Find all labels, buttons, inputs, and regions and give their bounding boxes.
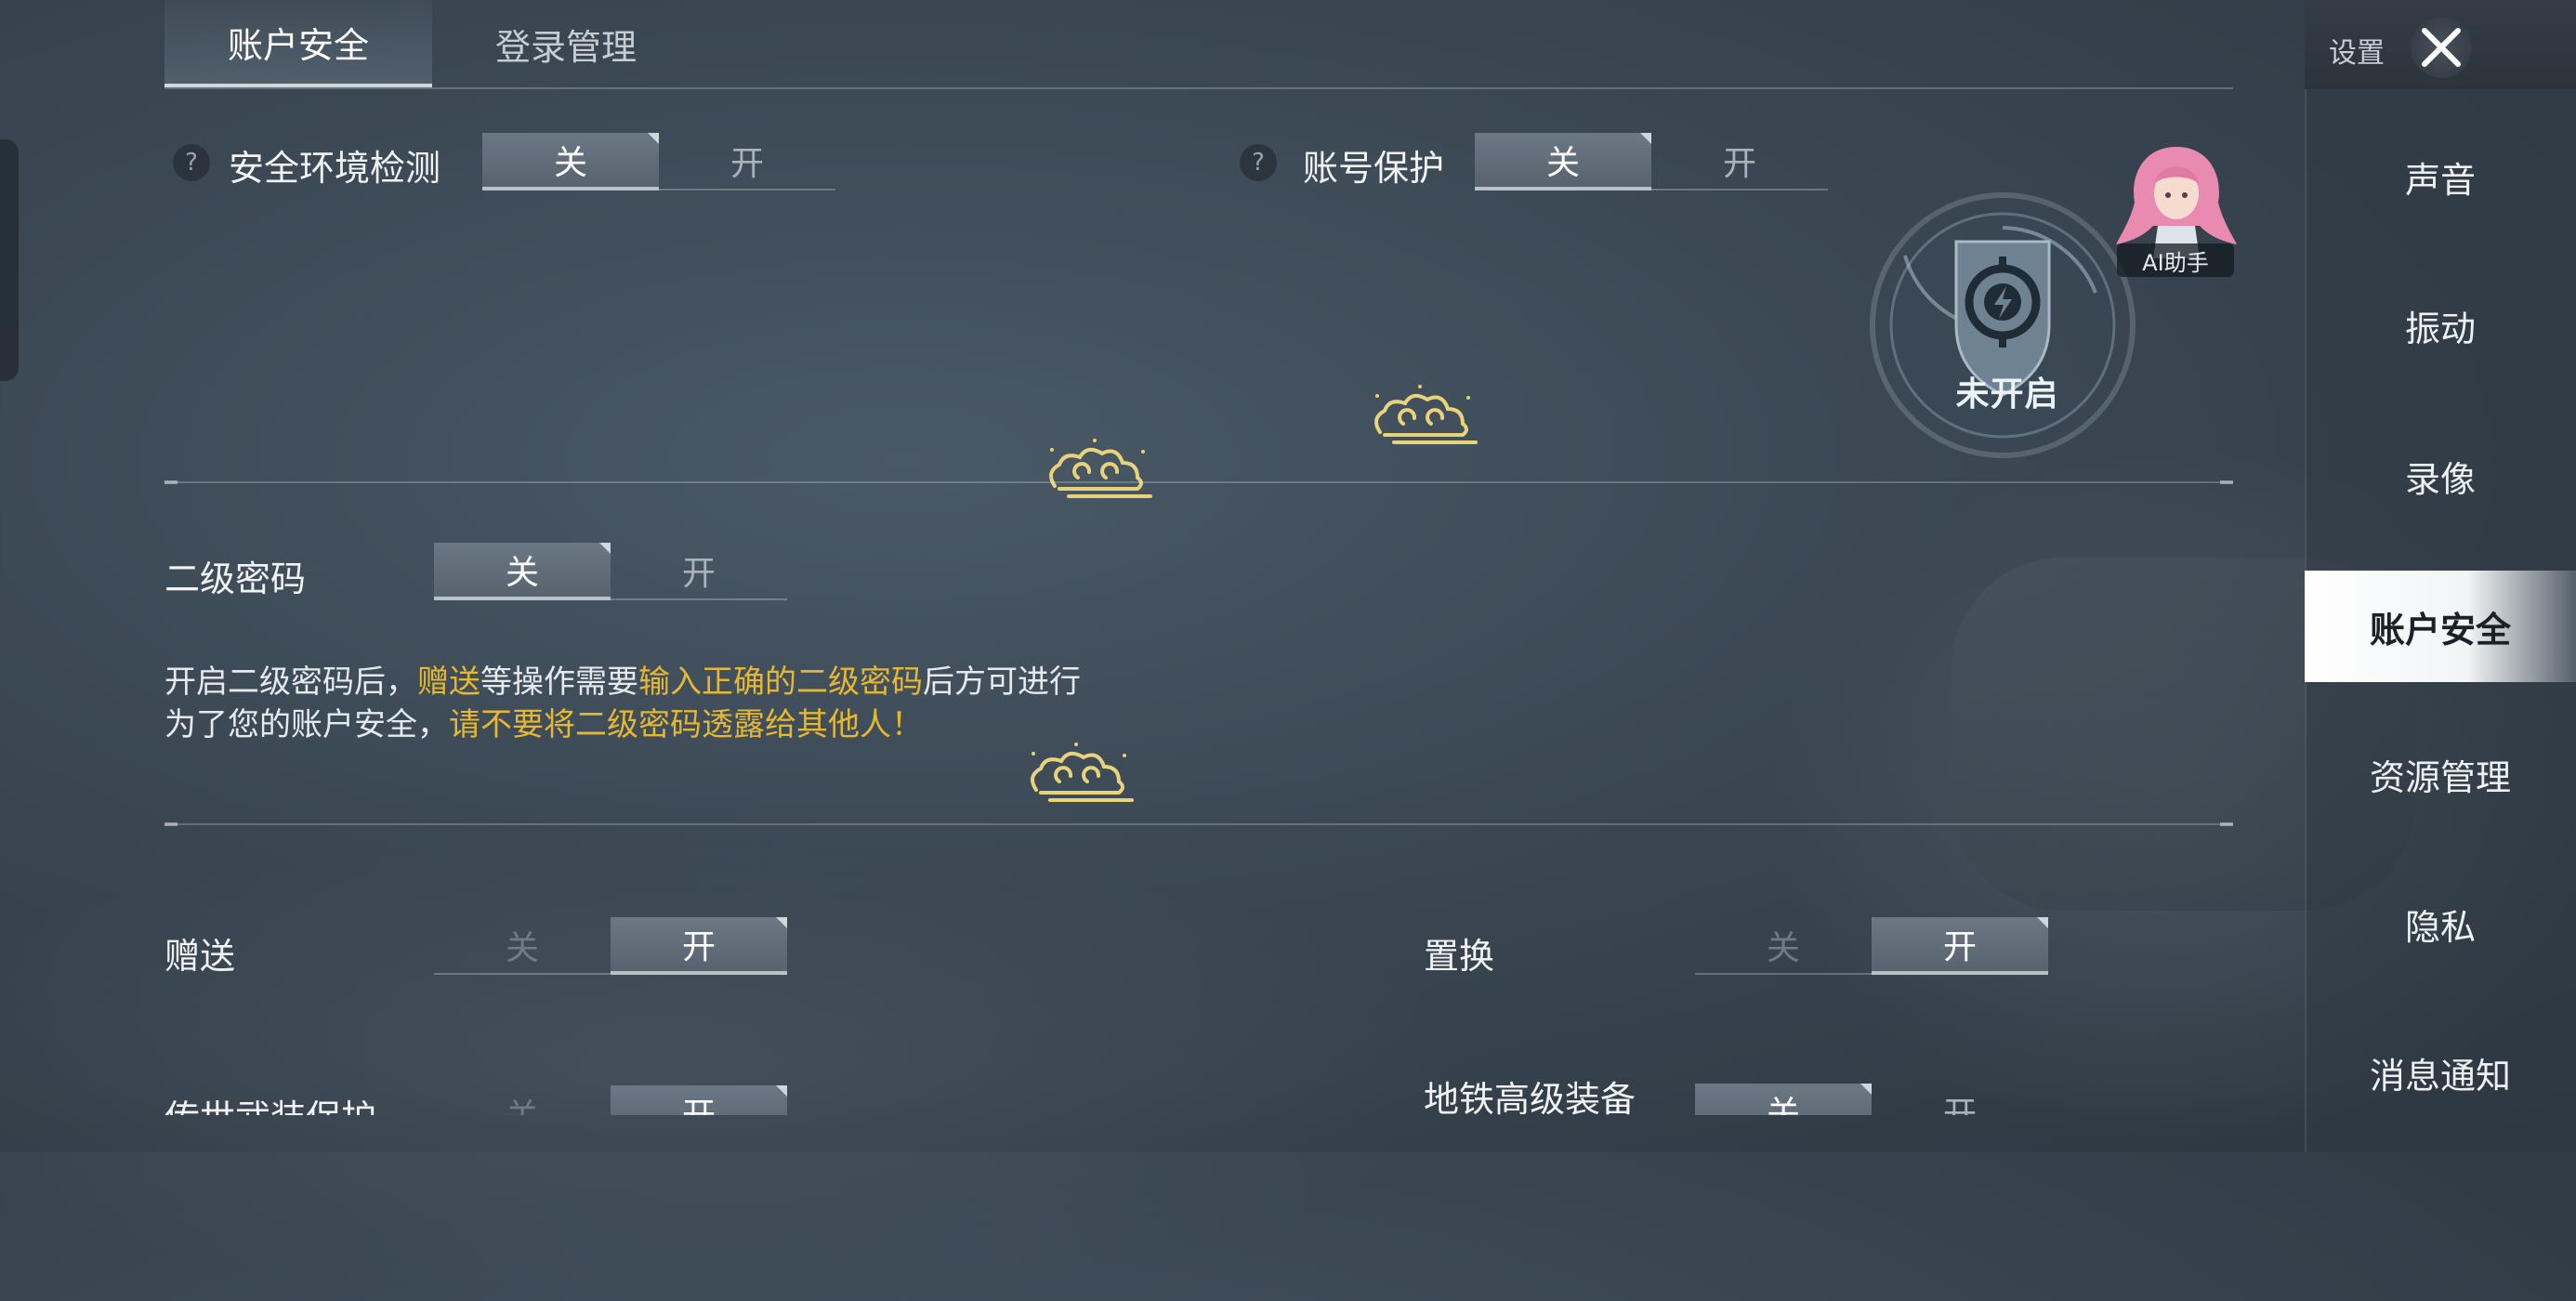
cloud-decoration-icon <box>1374 385 1478 444</box>
desc-text: 后方可进行 <box>923 664 1081 701</box>
secondary-password-off-option[interactable]: 关 <box>434 543 611 600</box>
sidebar-item-account-security[interactable]: 账户安全 <box>2305 571 2576 682</box>
desc-text: 为了您的账户安全， <box>164 706 449 743</box>
shield-status-text: 未开启 <box>1955 375 2059 414</box>
tab-login-management[interactable]: 登录管理 <box>432 0 700 87</box>
metro-equipment-toggle: 关 开 <box>1695 1084 2048 1115</box>
metro-equipment-on-option[interactable]: 开 <box>1872 1084 2048 1115</box>
exchange-on-option[interactable]: 开 <box>1872 917 2048 975</box>
security-check-toggle: 关 开 <box>482 133 835 191</box>
section-divider <box>164 822 2233 826</box>
account-protect-toggle: 关 开 <box>1475 133 1828 191</box>
tab-account-security[interactable]: 账户安全 <box>164 0 432 87</box>
secondary-password-description-line-2: 为了您的账户安全，请不要将二级密码透露给其他人！ <box>164 699 923 744</box>
legendary-protect-on-option[interactable]: 开 <box>611 1085 787 1115</box>
ai-character-icon <box>2116 147 2237 258</box>
close-icon <box>2422 28 2461 67</box>
left-edge-tab[interactable] <box>0 139 19 381</box>
exchange-toggle: 关 开 <box>1695 917 2048 975</box>
legendary-protect-toggle: 关 开 <box>434 1085 787 1115</box>
desc-highlight: 输入正确的二级密码 <box>638 664 923 701</box>
desc-text: 等操作需要 <box>480 664 638 701</box>
account-protect-off-option[interactable]: 关 <box>1475 133 1651 191</box>
desc-text: 开启二级密码后， <box>164 664 417 701</box>
gift-toggle: 关 开 <box>434 917 787 975</box>
ai-assistant-label[interactable]: AI助手 <box>2117 243 2234 277</box>
cloud-decoration-icon <box>1049 439 1152 498</box>
security-check-on-option[interactable]: 开 <box>659 133 835 191</box>
legendary-protect-off-option[interactable]: 关 <box>434 1085 611 1115</box>
exchange-off-option[interactable]: 关 <box>1695 917 1872 975</box>
secondary-password-on-option[interactable]: 开 <box>611 543 787 600</box>
desc-highlight: 请不要将二级密码透露给其他人！ <box>449 706 923 743</box>
metro-equipment-off-option[interactable]: 关 <box>1695 1084 1872 1115</box>
tab-bar: 账户安全 登录管理 <box>164 0 2233 89</box>
sidebar-item-notifications[interactable]: 消息通知 <box>2305 1017 2576 1128</box>
sidebar-item-recording[interactable]: 录像 <box>2305 420 2576 532</box>
sidebar-item-vibration[interactable]: 振动 <box>2305 269 2576 381</box>
security-check-label: 安全环境检测 <box>229 148 441 189</box>
gift-label: 赠送 <box>164 936 236 977</box>
sidebar-item-privacy[interactable]: 隐私 <box>2305 868 2576 979</box>
security-check-off-option[interactable]: 关 <box>482 133 659 191</box>
cloud-decoration-icon <box>1031 742 1134 802</box>
sidebar-item-resource-management[interactable]: 资源管理 <box>2305 718 2576 830</box>
security-check-help-icon[interactable]: ? <box>173 144 210 181</box>
sidebar-item-sound[interactable]: 声音 <box>2305 121 2576 232</box>
secondary-password-description-line-1: 开启二级密码后，赠送等操作需要输入正确的二级密码后方可进行 <box>164 656 1081 702</box>
gift-off-option[interactable]: 关 <box>434 917 611 975</box>
settings-title: 设置 <box>2329 37 2385 70</box>
shield-icon <box>1870 192 2136 458</box>
gift-on-option[interactable]: 开 <box>611 917 787 975</box>
shield-badge[interactable] <box>1863 186 2142 465</box>
account-protect-on-option[interactable]: 开 <box>1651 133 1828 191</box>
section-divider <box>164 480 2233 484</box>
secondary-password-label: 二级密码 <box>164 559 307 599</box>
desc-highlight: 赠送 <box>417 664 480 701</box>
account-protect-help-icon[interactable]: ? <box>1240 144 1277 181</box>
legendary-protect-label: 传世武装保护 <box>164 1089 376 1115</box>
close-button[interactable] <box>2411 17 2472 78</box>
bottom-row-clip: 传世武装保护 关 开 地铁高级装备 关 开 <box>0 1022 2305 1115</box>
exchange-label: 置换 <box>1424 936 1495 977</box>
account-protect-label: 账号保护 <box>1303 148 1445 189</box>
metro-equipment-label: 地铁高级装备 <box>1424 1079 1636 1115</box>
secondary-password-toggle: 关 开 <box>434 543 787 600</box>
